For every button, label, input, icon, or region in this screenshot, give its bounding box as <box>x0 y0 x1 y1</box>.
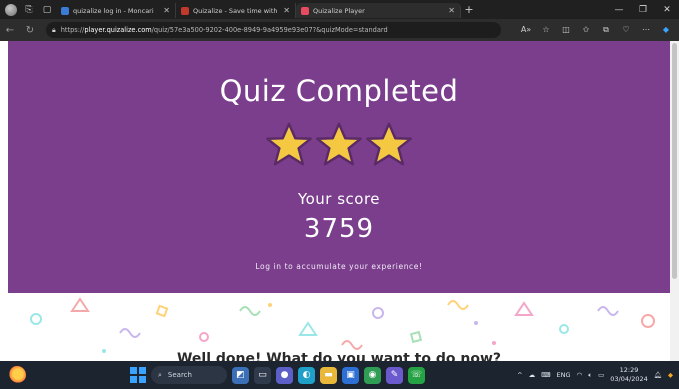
copilot-icon[interactable]: ◆ <box>657 25 675 35</box>
volume-icon[interactable]: 🔈︎ <box>588 371 592 380</box>
tab-title: quizalize log in - Moncari <box>73 6 154 15</box>
score-label: Your score <box>297 190 381 208</box>
tab-title: Quizalize - Save time with person <box>193 6 279 15</box>
tab-quizalize-save-time[interactable]: Quizalize - Save time with person ✕ <box>176 3 296 18</box>
collections-icon[interactable]: ⧉ <box>597 25 615 35</box>
star-icon <box>366 122 412 166</box>
tab-quizalize-login[interactable]: quizalize log in - Moncari ✕ <box>56 3 176 18</box>
browser-essentials-icon[interactable]: ♡ <box>617 25 635 35</box>
file-explorer-icon[interactable]: ▬ <box>320 366 337 384</box>
search-icon: ⌕ <box>158 370 162 379</box>
clock-date: 03/04/2024 <box>610 375 648 383</box>
language-indicator[interactable]: ENG <box>557 371 571 379</box>
favorite-star-icon[interactable]: ☆ <box>537 25 555 35</box>
quizalize-favicon-icon <box>301 6 309 15</box>
new-tab-button[interactable]: + <box>461 3 477 16</box>
star-icon <box>316 122 362 166</box>
browser-tab-strip: ⎘ ▢ quizalize log in - Moncari ✕ Quizali… <box>0 0 679 19</box>
teams-icon[interactable]: ✎ <box>386 366 403 384</box>
scrollbar-thumb[interactable] <box>672 43 677 279</box>
star-icon <box>266 122 312 166</box>
tab-title: Quizalize Player <box>313 6 365 15</box>
search-favicon-icon <box>61 6 69 15</box>
copilot-taskbar-icon[interactable]: ◆ <box>668 371 673 379</box>
clock-time: 12:29 <box>619 366 639 374</box>
windows-taskbar: ⌕ Search ◩ ▭ ● ◐ ▬ ▣ ◉ ✎ ☏ ^ ☁ ⌨ ENG ◠ 🔈… <box>0 361 679 389</box>
tab-actions-icon[interactable]: ▢ <box>38 0 56 19</box>
close-tab-icon[interactable]: ✕ <box>163 6 170 15</box>
favorites-icon[interactable]: ✩ <box>577 25 595 35</box>
url-domain: player.quizalize.com <box>84 26 152 34</box>
workspaces-icon[interactable]: ⎘ <box>20 0 38 19</box>
window-controls: — ❐ ✕ <box>607 0 679 19</box>
next-step-heading: Well done! What do you want to do now? <box>176 351 502 361</box>
keyboard-icon[interactable]: ⌨ <box>541 371 550 379</box>
system-tray: ^ ☁ ⌨ ENG ◠ 🔈︎ ▭ 12:29 03/04/2024 🔔︎ ◆ <box>517 361 673 389</box>
weather-widget-icon[interactable] <box>8 366 26 384</box>
search-label: Search <box>167 371 192 379</box>
confetti-background: Well done! What do you want to do now? <box>8 293 670 361</box>
taskbar-clock[interactable]: 12:29 03/04/2024 <box>610 366 647 384</box>
chrome-icon[interactable]: ◉ <box>364 366 381 384</box>
quizalize-favicon-icon <box>181 6 189 15</box>
notification-bell-icon[interactable]: 🔔︎ <box>654 371 662 379</box>
close-tab-icon[interactable]: ✕ <box>448 6 455 15</box>
whatsapp-icon[interactable]: ☏ <box>408 366 425 384</box>
onedrive-icon[interactable]: ☁ <box>529 371 536 379</box>
read-aloud-icon[interactable]: A» <box>517 25 535 35</box>
address-bar[interactable]: 🔒︎ https://player.quizalize.com/quiz/57e… <box>46 22 501 38</box>
quiz-result-panel: Quiz Completed Your score 3759 Log in to… <box>8 41 670 293</box>
back-icon[interactable]: ← <box>0 25 20 36</box>
login-prompt-link[interactable]: Log in to accumulate your experience! <box>8 262 670 271</box>
page-scrollbar[interactable] <box>670 41 679 361</box>
widgets-icon[interactable]: ◩ <box>232 366 249 384</box>
windows-start-icon[interactable] <box>130 367 146 383</box>
tray-overflow-icon[interactable]: ^ <box>517 371 522 379</box>
battery-icon[interactable]: ▭ <box>598 371 604 379</box>
restore-icon[interactable]: ❐ <box>631 0 655 19</box>
taskbar-search[interactable]: ⌕ Search <box>151 366 227 384</box>
task-view-icon[interactable]: ▭ <box>254 366 271 384</box>
url-prefix: https:// <box>60 26 85 34</box>
star-rating <box>8 121 670 169</box>
chat-icon[interactable]: ● <box>276 366 293 384</box>
refresh-icon[interactable]: ↻ <box>20 25 40 36</box>
close-tab-icon[interactable]: ✕ <box>283 6 290 15</box>
browser-toolbar: ← ↻ 🔒︎ https://player.quizalize.com/quiz… <box>0 19 679 41</box>
web-page: Quiz Completed Your score 3759 Log in to… <box>0 41 679 361</box>
url-text: https://player.quizalize.com/quiz/57e3a5… <box>61 26 388 34</box>
store-icon[interactable]: ▣ <box>342 366 359 384</box>
close-window-icon[interactable]: ✕ <box>655 0 679 19</box>
score-value: 3759 <box>303 214 375 244</box>
toolbar-actions: A» ☆ ◫ ✩ ⧉ ♡ ⋯ ◆ <box>517 25 679 35</box>
split-screen-icon[interactable]: ◫ <box>557 25 575 35</box>
taskbar-apps: ⌕ Search ◩ ▭ ● ◐ ▬ ▣ ◉ ✎ ☏ <box>130 361 425 389</box>
quiz-completed-title: Quiz Completed <box>219 74 459 108</box>
more-menu-icon[interactable]: ⋯ <box>637 25 655 35</box>
wifi-icon[interactable]: ◠ <box>577 371 583 379</box>
url-path: /quiz/57e3a500-9202-400e-8949-9a4959e93e… <box>151 26 388 34</box>
minimize-icon[interactable]: — <box>607 0 631 19</box>
profile-avatar[interactable] <box>5 3 17 16</box>
tab-quizalize-player[interactable]: Quizalize Player ✕ <box>296 3 461 18</box>
edge-icon[interactable]: ◐ <box>298 366 315 384</box>
lock-icon: 🔒︎ <box>52 25 56 34</box>
